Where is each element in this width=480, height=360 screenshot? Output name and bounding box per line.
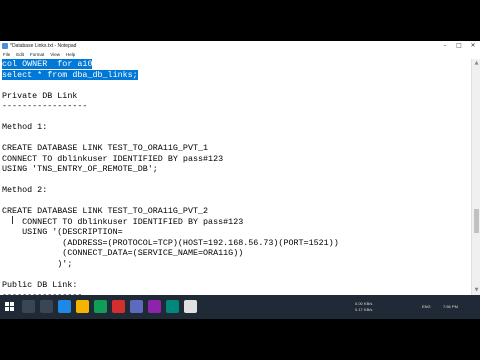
app-icon[interactable] bbox=[130, 300, 143, 313]
search-icon[interactable] bbox=[22, 300, 35, 313]
close-button[interactable]: ✕ bbox=[466, 41, 480, 51]
editor-line: CREATE DATABASE LINK TEST_TO_ORA11G_PVT_… bbox=[2, 206, 209, 216]
window-controls: – □ ✕ bbox=[438, 41, 480, 51]
network-speed-up: 0.00 KB/s bbox=[355, 301, 373, 306]
editor-line: Public DB Link: bbox=[2, 279, 78, 290]
editor-line: (ADDRESS=(PROTOCOL=TCP)(HOST=192.168.56.… bbox=[2, 237, 339, 248]
notepad-window: *Database Links.txt - Notepad – □ ✕ File… bbox=[0, 41, 480, 319]
network-speed-down: 0.17 KB/s bbox=[355, 307, 373, 312]
vertical-scrollbar[interactable]: ▲ ▼ bbox=[471, 59, 480, 295]
menu-format[interactable]: Format bbox=[30, 51, 44, 59]
menu-view[interactable]: View bbox=[50, 51, 60, 59]
editor-line: Method 2: bbox=[2, 185, 48, 195]
clock[interactable]: 7:56 PM bbox=[443, 304, 458, 309]
screen: *Database Links.txt - Notepad – □ ✕ File… bbox=[0, 0, 480, 360]
task-view-icon[interactable] bbox=[40, 300, 53, 313]
title-bar[interactable]: *Database Links.txt - Notepad – □ ✕ bbox=[0, 41, 480, 51]
windows-start-icon[interactable] bbox=[5, 302, 15, 312]
notepad-taskbar-icon[interactable] bbox=[184, 300, 197, 313]
vertical-scroll-thumb[interactable] bbox=[474, 209, 479, 233]
editor-line: USING '(DESCRIPTION= bbox=[2, 227, 123, 237]
editor-line: CREATE DATABASE LINK TEST_TO_ORA11G_PVT_… bbox=[2, 143, 209, 153]
scroll-down-icon[interactable]: ▼ bbox=[473, 287, 480, 294]
app-icon[interactable] bbox=[148, 300, 161, 313]
text-editor-area[interactable]: col OWNER for a10 select * from dba_db_li… bbox=[0, 59, 471, 319]
notepad-icon bbox=[2, 43, 8, 49]
editor-line: Method 1: bbox=[2, 122, 48, 132]
editor-line: Private DB Link bbox=[2, 90, 78, 101]
app-icon[interactable] bbox=[166, 300, 179, 313]
minimize-button[interactable]: – bbox=[438, 41, 452, 51]
app-icon[interactable] bbox=[112, 300, 125, 313]
chrome-icon[interactable] bbox=[94, 300, 107, 313]
menu-file[interactable]: File bbox=[3, 51, 10, 59]
window-title: *Database Links.txt - Notepad bbox=[10, 43, 77, 49]
edge-icon[interactable] bbox=[58, 300, 71, 313]
editor-line: ----------------- bbox=[2, 101, 88, 111]
editor-line: CONNECT TO dblinkuser IDENTIFIED BY pass… bbox=[2, 153, 224, 164]
language-indicator[interactable]: ENG bbox=[422, 304, 431, 309]
maximize-button[interactable]: □ bbox=[452, 41, 466, 51]
menu-bar: File Edit Format View Help bbox=[0, 51, 480, 59]
scroll-up-icon[interactable]: ▲ bbox=[473, 60, 480, 67]
file-explorer-icon[interactable] bbox=[76, 300, 89, 313]
taskbar: 0.00 KB/s 0.17 KB/s ENG 7:56 PM bbox=[0, 295, 480, 319]
editor-line: (CONNECT_DATA=(SERVICE_NAME=ORA11G)) bbox=[2, 248, 244, 258]
editor-line: select * from dba_db_links; bbox=[2, 69, 138, 80]
menu-edit[interactable]: Edit bbox=[16, 51, 24, 59]
text-cursor bbox=[12, 216, 13, 224]
editor-line: )'; bbox=[2, 258, 73, 269]
editor-line: USING 'TNS_ENTRY_OF_REMOTE_DB'; bbox=[2, 164, 158, 174]
menu-help[interactable]: Help bbox=[66, 51, 75, 59]
editor-line: CONNECT TO dblinkuser IDENTIFIED BY pass… bbox=[2, 216, 244, 227]
editor-line: col OWNER for a10 bbox=[2, 59, 93, 69]
